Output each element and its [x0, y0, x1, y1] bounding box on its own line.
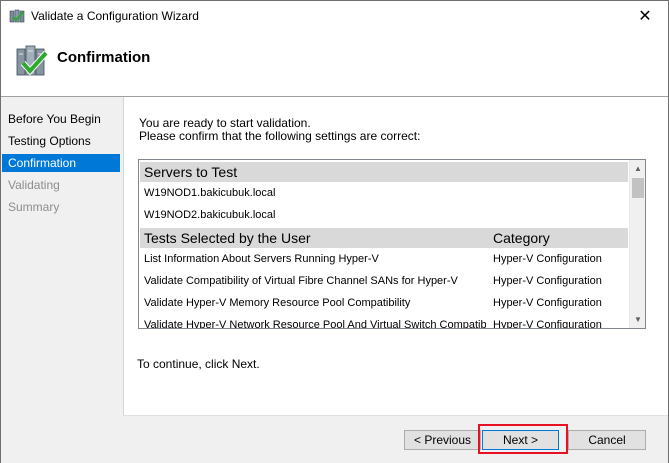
sidebar-item-validating: Validating — [8, 178, 60, 192]
test-category: Hyper-V Configuration — [493, 253, 602, 265]
test-category: Hyper-V Configuration — [493, 275, 602, 287]
scroll-up-arrow-icon[interactable]: ▲ — [630, 160, 645, 177]
close-button[interactable]: ✕ — [622, 1, 668, 31]
servers-header-label: Servers to Test — [144, 164, 238, 180]
window-title: Validate a Configuration Wizard — [31, 9, 199, 23]
tests-group-header: Tests Selected by the User Category — [140, 228, 628, 248]
previous-button[interactable]: < Previous — [404, 430, 481, 450]
confirmation-content: You are ready to start validation. Pleas… — [123, 97, 668, 415]
wizard-header: Confirmation — [1, 31, 668, 91]
server-name: W19NOD2.bakicubuk.local — [144, 209, 276, 221]
sidebar-item-before-you-begin[interactable]: Before You Begin — [2, 110, 120, 128]
table-row[interactable]: Validate Compatibility of Virtual Fibre … — [140, 270, 628, 292]
test-name: Validate Hyper-V Memory Resource Pool Co… — [144, 297, 411, 309]
test-category: Hyper-V Configuration — [493, 297, 602, 309]
servers-group-header: Servers to Test — [140, 162, 628, 182]
server-name: W19NOD1.bakicubuk.local — [144, 187, 276, 199]
table-row[interactable]: List Information About Servers Running H… — [140, 248, 628, 270]
next-button[interactable]: Next > — [482, 430, 559, 450]
title-bar: Validate a Configuration Wizard ✕ — [1, 1, 668, 31]
table-row[interactable]: Validate Hyper-V Network Resource Pool A… — [140, 314, 628, 329]
confirm-instruction: Please confirm that the following settin… — [139, 129, 421, 143]
test-name: Validate Compatibility of Virtual Fibre … — [144, 275, 458, 287]
test-name: List Information About Servers Running H… — [144, 253, 379, 265]
intro-text: You are ready to start validation. — [139, 116, 311, 130]
category-header-label: Category — [493, 230, 550, 246]
list-item[interactable]: W19NOD1.bakicubuk.local — [140, 182, 628, 204]
sidebar-item-testing-options[interactable]: Testing Options — [2, 132, 120, 150]
settings-listbox[interactable]: Servers to Test W19NOD1.bakicubuk.local … — [138, 159, 646, 329]
sidebar-item-confirmation[interactable]: Confirmation — [2, 154, 120, 172]
close-icon: ✕ — [638, 8, 652, 25]
cancel-button[interactable]: Cancel — [568, 430, 646, 450]
scroll-down-arrow-icon[interactable]: ▼ — [630, 311, 645, 328]
cluster-icon — [9, 9, 25, 23]
button-bar: < Previous Next > Cancel — [123, 415, 668, 463]
scroll-thumb[interactable] — [632, 178, 644, 198]
test-name: Validate Hyper-V Network Resource Pool A… — [144, 319, 486, 329]
table-row[interactable]: Validate Hyper-V Memory Resource Pool Co… — [140, 292, 628, 314]
vertical-scrollbar[interactable]: ▲ ▼ — [629, 160, 645, 328]
wizard-steps-sidebar: Before You Begin Testing Options Confirm… — [1, 97, 123, 463]
continue-instruction: To continue, click Next. — [137, 357, 260, 371]
sidebar-item-summary: Summary — [8, 200, 60, 214]
wizard-window: Validate a Configuration Wizard ✕ Confir… — [0, 0, 669, 463]
page-title: Confirmation — [57, 49, 151, 66]
test-category: Hyper-V Configuration — [493, 319, 602, 329]
list-item[interactable]: W19NOD2.bakicubuk.local — [140, 204, 628, 226]
validation-checklist-icon — [16, 45, 49, 76]
tests-header-label: Tests Selected by the User — [144, 230, 311, 246]
